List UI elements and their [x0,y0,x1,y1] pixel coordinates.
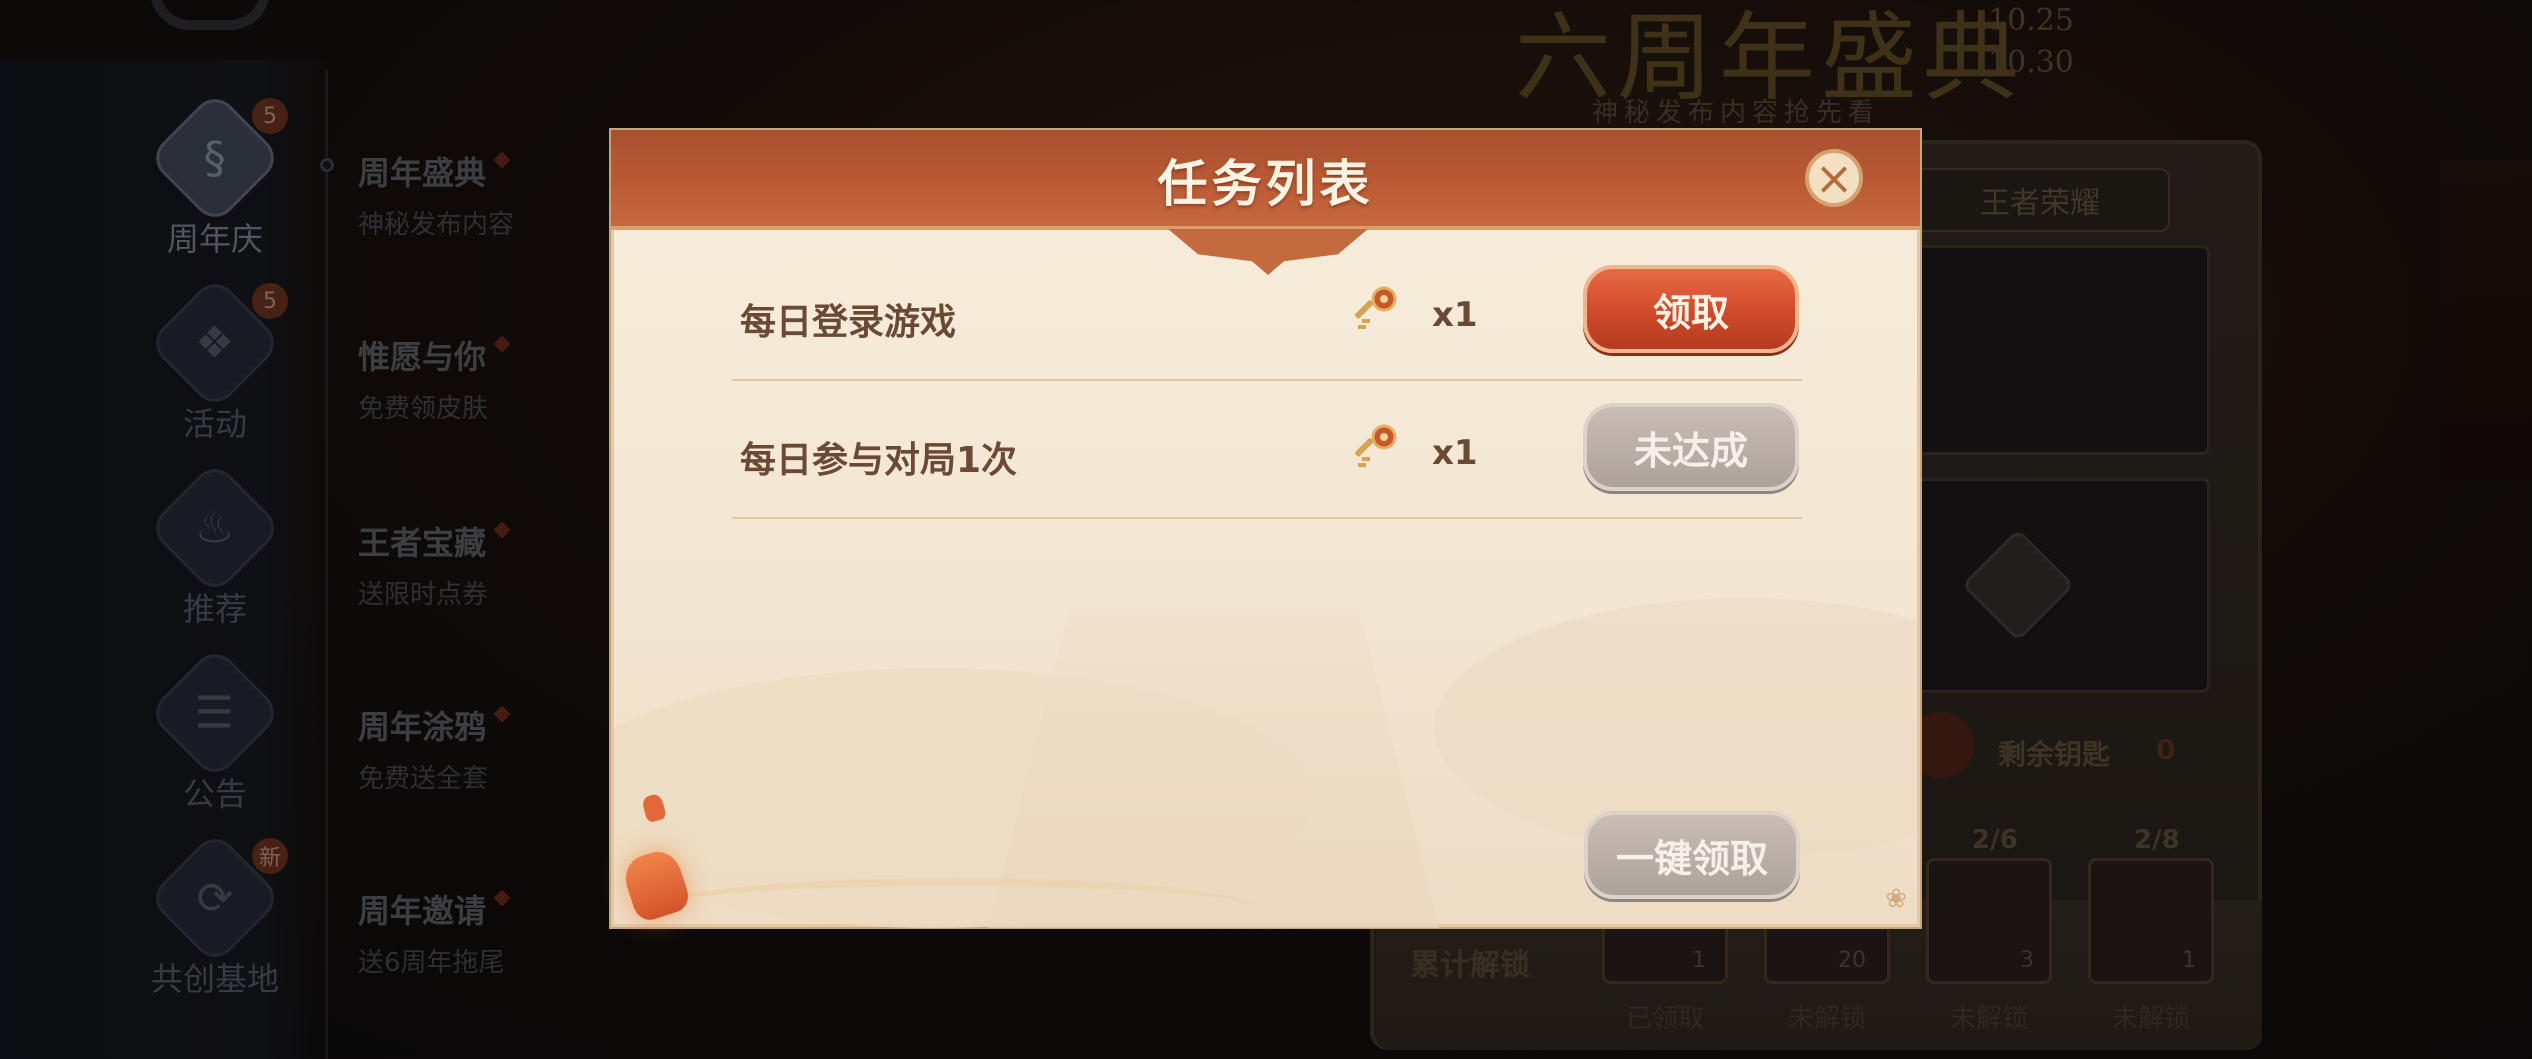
task-list: 每日登录游戏 x1 领取 每日参与对局1次 x1 未达成 [732,243,1802,519]
task-row: 每日登录游戏 x1 领取 [732,243,1802,381]
task-name: 每日登录游戏 [740,302,957,343]
reward-quantity: x1 [1432,295,1478,335]
key-icon [1355,424,1397,467]
claim-button[interactable]: 领取 [1583,265,1799,353]
close-icon: × [1814,151,1854,205]
task-list-modal: 任务列表 × 每日登录游戏 x1 领取 每日参与对局1次 x1 未达成 一键领取… [611,130,1920,928]
flower-ornament-icon: ❀ [1885,884,1907,914]
key-icon [1355,286,1397,329]
reward-quantity: x1 [1432,433,1478,473]
task-row: 每日参与对局1次 x1 未达成 [732,381,1802,519]
modal-header: 任务列表 [611,130,1920,230]
close-button[interactable]: × [1805,149,1863,207]
modal-title: 任务列表 [1157,155,1374,213]
incomplete-button[interactable]: 未达成 [1583,403,1799,491]
claim-all-button[interactable]: 一键领取 [1584,811,1800,899]
task-name: 每日参与对局1次 [740,440,1018,481]
